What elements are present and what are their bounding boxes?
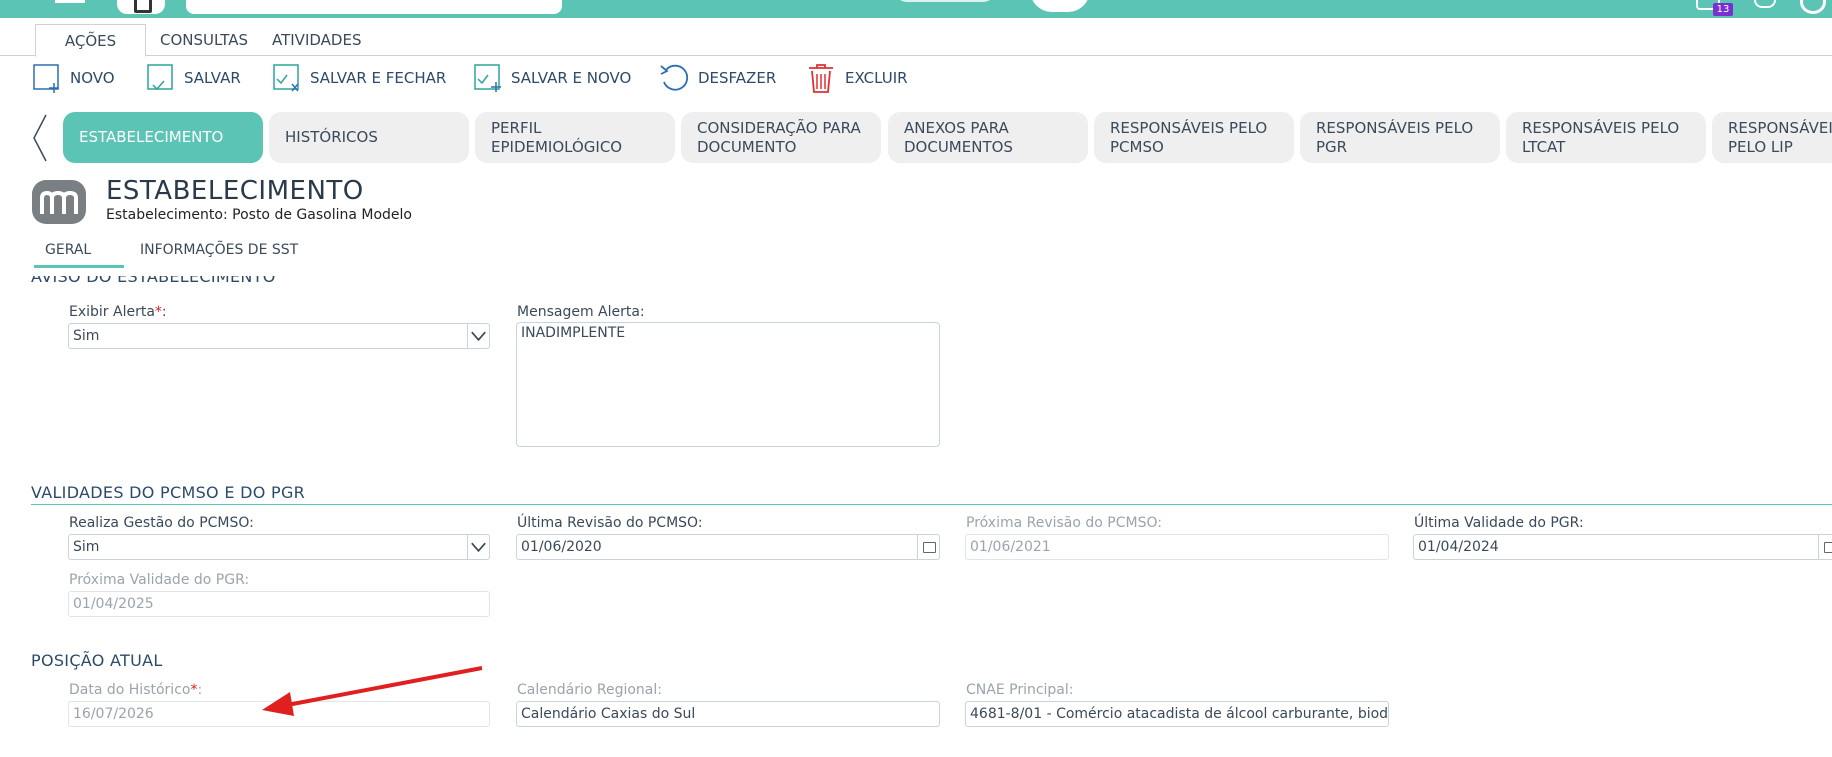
- tab-responsaveis-lip[interactable]: RESPONSÁVEIS PELO LIP: [1712, 112, 1832, 163]
- desfazer-button[interactable]: DESFAZER: [658, 62, 776, 94]
- module-logo-icon: [32, 180, 86, 224]
- ribbon-tab-consultas[interactable]: CONSULTAS: [148, 24, 260, 57]
- calendar-icon[interactable]: [1818, 535, 1832, 559]
- section-heading-validades: VALIDADES DO PCMSO E DO PGR: [31, 483, 306, 502]
- gestao-pcmso-select[interactable]: Sim: [68, 534, 490, 560]
- notification-badge: 13: [1713, 3, 1733, 16]
- data-historico-label: Data do Histórico*:: [69, 682, 203, 698]
- calendar-icon[interactable]: [917, 535, 939, 559]
- chevron-down-icon[interactable]: [467, 535, 489, 559]
- tab-historicos[interactable]: HISTÓRICOS: [269, 112, 469, 163]
- salvar-e-fechar-label: SALVAR E FECHAR: [310, 69, 447, 87]
- tab-responsaveis-pgr[interactable]: RESPONSÁVEIS PELO PGR: [1300, 112, 1500, 163]
- cnae-principal-label: CNAE Principal:: [966, 682, 1074, 698]
- salvar-e-novo-label: SALVAR E NOVO: [511, 69, 632, 87]
- ribbon-tab-bar: AÇÕES CONSULTAS ATIVIDADES: [0, 18, 1832, 57]
- ultima-validade-pgr-input[interactable]: 01/04/2024: [1413, 534, 1832, 560]
- ultima-revisao-pcmso-input[interactable]: 01/06/2020: [516, 534, 940, 560]
- document-icon[interactable]: [117, 0, 165, 14]
- chat-icon[interactable]: [1754, 0, 1776, 8]
- section-heading-aviso: AVISO DO ESTABELECIMENTO: [31, 276, 276, 286]
- exibir-alerta-label: Exibir Alerta*:: [69, 304, 167, 320]
- novo-label: NOVO: [70, 69, 115, 87]
- ribbon-tab-atividades[interactable]: ATIVIDADES: [260, 24, 373, 57]
- cnae-principal-input[interactable]: 4681-8/01 - Comércio atacadista de álcoo…: [965, 701, 1389, 727]
- tab-responsaveis-ltcat[interactable]: RESPONSÁVEIS PELO LTCAT: [1506, 112, 1706, 163]
- new-icon: [33, 64, 59, 93]
- salvar-e-novo-button[interactable]: SALVAR E NOVO: [473, 62, 631, 94]
- ribbon-tab-acoes[interactable]: AÇÕES: [35, 24, 146, 57]
- app-logo-mark: [1030, 0, 1090, 12]
- salvar-label: SALVAR: [184, 69, 241, 87]
- page-title: ESTABELECIMENTO: [106, 176, 364, 206]
- gear-icon[interactable]: [1800, 0, 1826, 14]
- chevron-left-icon[interactable]: [30, 113, 52, 163]
- salvar-button[interactable]: SALVAR: [146, 62, 241, 94]
- subtab-geral[interactable]: GERAL: [34, 242, 124, 268]
- section-heading-posicao: POSIÇÃO ATUAL: [31, 651, 163, 670]
- salvar-e-fechar-button[interactable]: SALVAR E FECHAR: [272, 62, 446, 94]
- excluir-label: EXCLUIR: [845, 69, 908, 87]
- save-check-icon: [147, 64, 173, 91]
- excluir-button[interactable]: EXCLUIR: [805, 62, 908, 94]
- ultima-validade-pgr-label: Última Validade do PGR:: [1414, 515, 1584, 531]
- desfazer-label: DESFAZER: [698, 69, 777, 87]
- section-divider: [31, 504, 1832, 505]
- mensagem-alerta-label: Mensagem Alerta:: [517, 304, 645, 320]
- page-subtitle: Estabelecimento: Posto de Gasolina Model…: [106, 207, 412, 223]
- action-toolbar: NOVO SALVAR SALVAR E FECHAR SALVAR E NOV…: [0, 56, 1832, 100]
- undo-icon: [660, 64, 689, 91]
- annotation-arrow-icon: [262, 666, 483, 716]
- top-header-bar: 13: [0, 0, 1832, 18]
- proxima-validade-pgr-label: Próxima Validade do PGR:: [69, 572, 250, 588]
- novo-button[interactable]: NOVO: [32, 62, 115, 94]
- hamburger-menu-icon[interactable]: [55, 0, 85, 3]
- save-close-icon: [273, 64, 299, 92]
- chevron-down-icon[interactable]: [467, 324, 489, 348]
- mensagem-alerta-textarea[interactable]: INADIMPLENTE: [516, 322, 940, 447]
- save-new-icon: [474, 64, 501, 92]
- proxima-revisao-pcmso-input: 01/06/2021: [965, 534, 1389, 560]
- ultima-revisao-pcmso-label: Última Revisão do PCMSO:: [517, 515, 703, 531]
- tab-responsaveis-pcmso[interactable]: RESPONSÁVEIS PELO PCMSO: [1094, 112, 1294, 163]
- calendario-regional-input[interactable]: Calendário Caxias do Sul: [516, 701, 940, 727]
- calendario-regional-label: Calendário Regional:: [517, 682, 662, 698]
- tab-perfil-epidemiologico[interactable]: PERFIL EPIDEMIOLÓGICO: [475, 112, 675, 163]
- tab-anexos-documentos[interactable]: ANEXOS PARA DOCUMENTOS: [888, 112, 1088, 163]
- proxima-validade-pgr-input: 01/04/2025: [68, 591, 490, 617]
- aviso-heading-clip: AVISO DO ESTABELECIMENTO: [0, 276, 1832, 290]
- trash-icon: [809, 64, 833, 93]
- tab-estabelecimento[interactable]: ESTABELECIMENTO: [63, 112, 263, 163]
- app-logo: [895, 0, 995, 2]
- tab-consideracao-documento[interactable]: CONSIDERAÇÃO PARA DOCUMENTO: [681, 112, 881, 163]
- proxima-revisao-pcmso-label: Próxima Revisão do PCMSO:: [966, 515, 1162, 531]
- global-search-input[interactable]: [186, 0, 562, 14]
- subtab-informacoes-sst[interactable]: INFORMAÇÕES DE SST: [140, 242, 298, 268]
- gestao-pcmso-label: Realiza Gestão do PCMSO:: [69, 515, 254, 531]
- exibir-alerta-select[interactable]: Sim: [68, 323, 490, 349]
